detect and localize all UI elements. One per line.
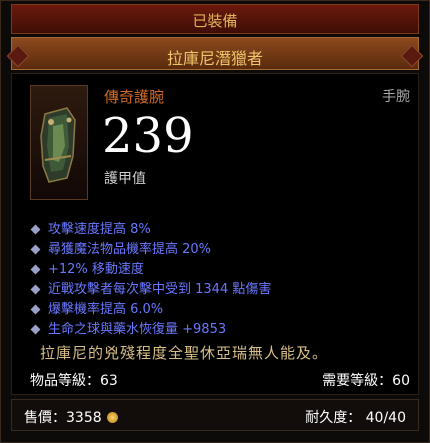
equipped-label: 已裝備	[192, 12, 238, 30]
bullet-icon	[30, 284, 41, 295]
bullet-icon	[30, 304, 41, 315]
item-name: 拉庫尼潛獵者	[166, 49, 263, 68]
flavor-text: 拉庫尼的兇殘程度全聖休亞瑞無人能及。	[40, 344, 329, 362]
affix-item: 生命之球與藥水恢復量 +9853	[30, 320, 271, 340]
armor-value: 239	[102, 108, 194, 164]
equipped-banner: 已裝備	[11, 4, 419, 34]
item-slot-label: 手腕	[382, 89, 410, 105]
bullet-icon	[30, 224, 41, 235]
affix-item: +12% 移動速度	[30, 260, 271, 280]
item-details-panel: 傳奇護腕 手腕 239 護甲值 攻擊速度提高 8% 尋獲魔法物品機率提高 20%…	[11, 73, 419, 395]
required-level: 需要等級：60	[322, 373, 410, 389]
sell-value: 售價：3358	[24, 407, 118, 427]
affix-item: 爆擊機率提高 6.0%	[30, 300, 271, 320]
bullet-icon	[30, 324, 41, 335]
item-type-label: 傳奇護腕	[104, 88, 165, 106]
affix-item: 尋獲魔法物品機率提高 20%	[30, 240, 271, 260]
item-tooltip: 已裝備 拉庫尼潛獵者 傳奇護腕 手腕 239 護甲值 攻擊速度提高 8% 尋獲魔…	[0, 0, 430, 443]
bullet-icon	[30, 244, 41, 255]
item-title-banner: 拉庫尼潛獵者	[6, 37, 424, 70]
affix-item: 攻擊速度提高 8%	[30, 220, 271, 240]
item-level: 物品等級：63	[30, 373, 118, 389]
bracer-icon	[30, 85, 88, 200]
bullet-icon	[30, 264, 41, 275]
durability: 耐久度： 40/40	[305, 410, 406, 426]
gold-coin-icon	[106, 412, 118, 423]
affix-list: 攻擊速度提高 8% 尋獲魔法物品機率提高 20% +12% 移動速度 近戰攻擊者…	[30, 220, 271, 340]
affix-item: 近戰攻擊者每次擊中受到 1344 點傷害	[30, 280, 271, 300]
item-footer: 售價：3358 耐久度： 40/40	[11, 399, 419, 431]
armor-label: 護甲值	[104, 171, 146, 187]
